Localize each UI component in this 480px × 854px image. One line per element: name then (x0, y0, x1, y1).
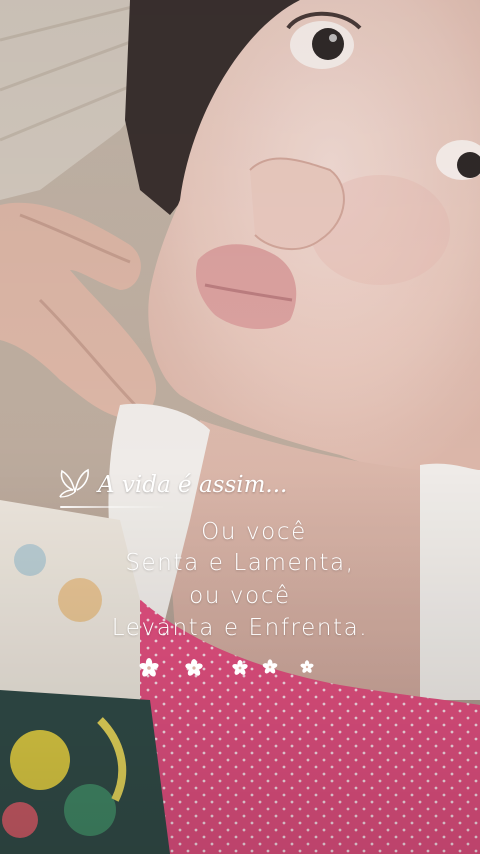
story-canvas: A vida é assim... Ou você Senta e Lament… (0, 0, 480, 854)
selfie-photo (0, 0, 480, 854)
